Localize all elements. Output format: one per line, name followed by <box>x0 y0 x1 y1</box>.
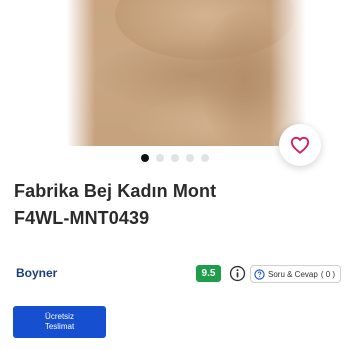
carousel-dot[interactable] <box>156 154 164 162</box>
seller-rating-badge[interactable]: 9.5 <box>196 265 221 282</box>
product-code: F4WL-MNT0439 <box>14 208 150 228</box>
product-title: Fabrika Bej Kadın Mont F4WL-MNT0439 <box>14 178 334 232</box>
question-answer-icon <box>254 268 265 280</box>
carousel-dot[interactable] <box>201 154 209 162</box>
image-background-left <box>0 0 95 168</box>
carousel-dot[interactable] <box>186 154 194 162</box>
product-title-line-1: Fabrika Bej Kadın Mont <box>14 181 217 201</box>
free-shipping-badge[interactable]: Ücretsiz Teslimat <box>13 306 106 338</box>
seller-link[interactable]: Boyner <box>16 266 57 280</box>
question-answer-count: ( 0 ) <box>320 269 336 279</box>
favorite-button[interactable] <box>279 124 321 166</box>
carousel-dot-active[interactable] <box>141 154 149 162</box>
free-shipping-line-2: Teslimat <box>44 322 75 331</box>
carousel-dot[interactable] <box>171 154 179 162</box>
question-answer-button[interactable]: Soru & Cevap ( 0 ) <box>250 265 342 283</box>
seller-row: Boyner 9.5 Soru & Cevap ( 0 ) <box>0 262 350 286</box>
heart-icon <box>290 136 310 154</box>
info-icon[interactable] <box>229 265 246 282</box>
free-shipping-line-1: Ücretsiz <box>45 312 74 321</box>
question-answer-label: Soru & Cevap <box>268 269 318 279</box>
